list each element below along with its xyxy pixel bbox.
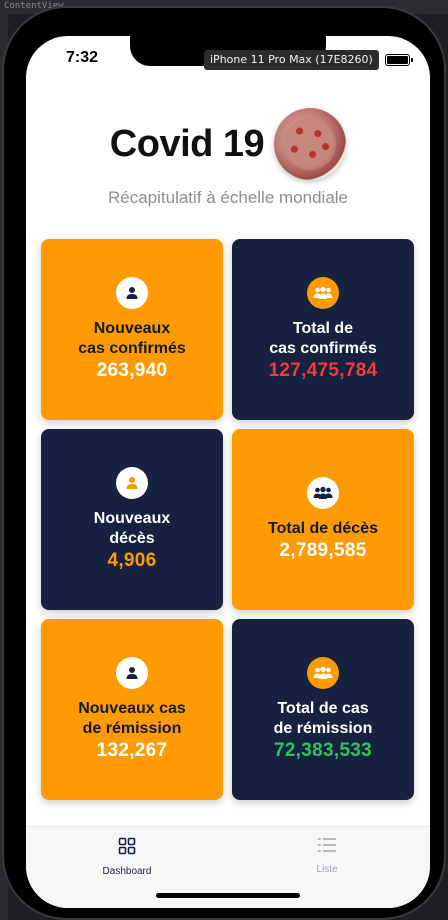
- app-title: Covid 19: [109, 122, 265, 165]
- card-value: 2,789,585: [279, 540, 367, 561]
- list-icon: [272, 837, 382, 858]
- card-total-confirmed[interactable]: Total de cas confirmés 127,475,784: [232, 239, 414, 420]
- card-value: 263,940: [96, 360, 168, 381]
- tab-liste[interactable]: Liste: [272, 837, 382, 875]
- card-value: 127,475,784: [268, 360, 378, 381]
- tab-label: Liste: [316, 864, 338, 875]
- card-label: Nouveaux cas de rémission: [78, 700, 186, 737]
- person-icon: [116, 467, 148, 499]
- card-label: Total de cas confirmés: [269, 320, 377, 357]
- card-value: 72,383,533: [273, 740, 373, 761]
- battery-icon: [385, 54, 413, 66]
- header: Covid 19 Récapitulatif à échelle mondial…: [26, 108, 430, 208]
- card-value: 132,267: [96, 740, 168, 761]
- stats-grid: Nouveaux cas confirmés 263,940 Total de …: [41, 239, 414, 800]
- card-value: 4,906: [107, 550, 157, 571]
- card-total-recovered[interactable]: Total de cas de rémission 72,383,533: [232, 619, 414, 800]
- card-label: Nouveaux décès: [93, 510, 171, 547]
- card-total-deaths[interactable]: Total de décès 2,789,585: [232, 429, 414, 610]
- status-time: 7:32: [66, 49, 99, 66]
- card-label: Total de cas de rémission: [273, 700, 373, 737]
- title-row: Covid 19: [26, 108, 430, 180]
- device-tooltip: iPhone 11 Pro Max (17E8260): [204, 50, 379, 70]
- person-icon: [116, 277, 148, 309]
- home-indicator[interactable]: [156, 893, 300, 898]
- person-icon: [116, 657, 148, 689]
- group-icon: [307, 277, 339, 309]
- phone-frame: 7:32 Covid 19 Récapitulatif à échelle mo…: [4, 8, 444, 918]
- virus-image: [274, 108, 347, 180]
- tab-label: Dashboard: [102, 866, 152, 877]
- app-screen: 7:32 Covid 19 Récapitulatif à échelle mo…: [26, 36, 430, 908]
- subtitle: Récapitulatif à échelle mondiale: [107, 188, 349, 207]
- group-icon: [307, 657, 339, 689]
- card-new-confirmed[interactable]: Nouveaux cas confirmés 263,940: [41, 239, 223, 420]
- group-icon: [307, 477, 339, 509]
- card-new-deaths[interactable]: Nouveaux décès 4,906: [41, 429, 223, 610]
- grid-icon: [72, 837, 182, 860]
- tab-dashboard[interactable]: Dashboard: [72, 837, 182, 877]
- card-label: Total de décès: [268, 520, 378, 537]
- card-new-recovered[interactable]: Nouveaux cas de rémission 132,267: [41, 619, 223, 800]
- card-label: Nouveaux cas confirmés: [78, 320, 186, 357]
